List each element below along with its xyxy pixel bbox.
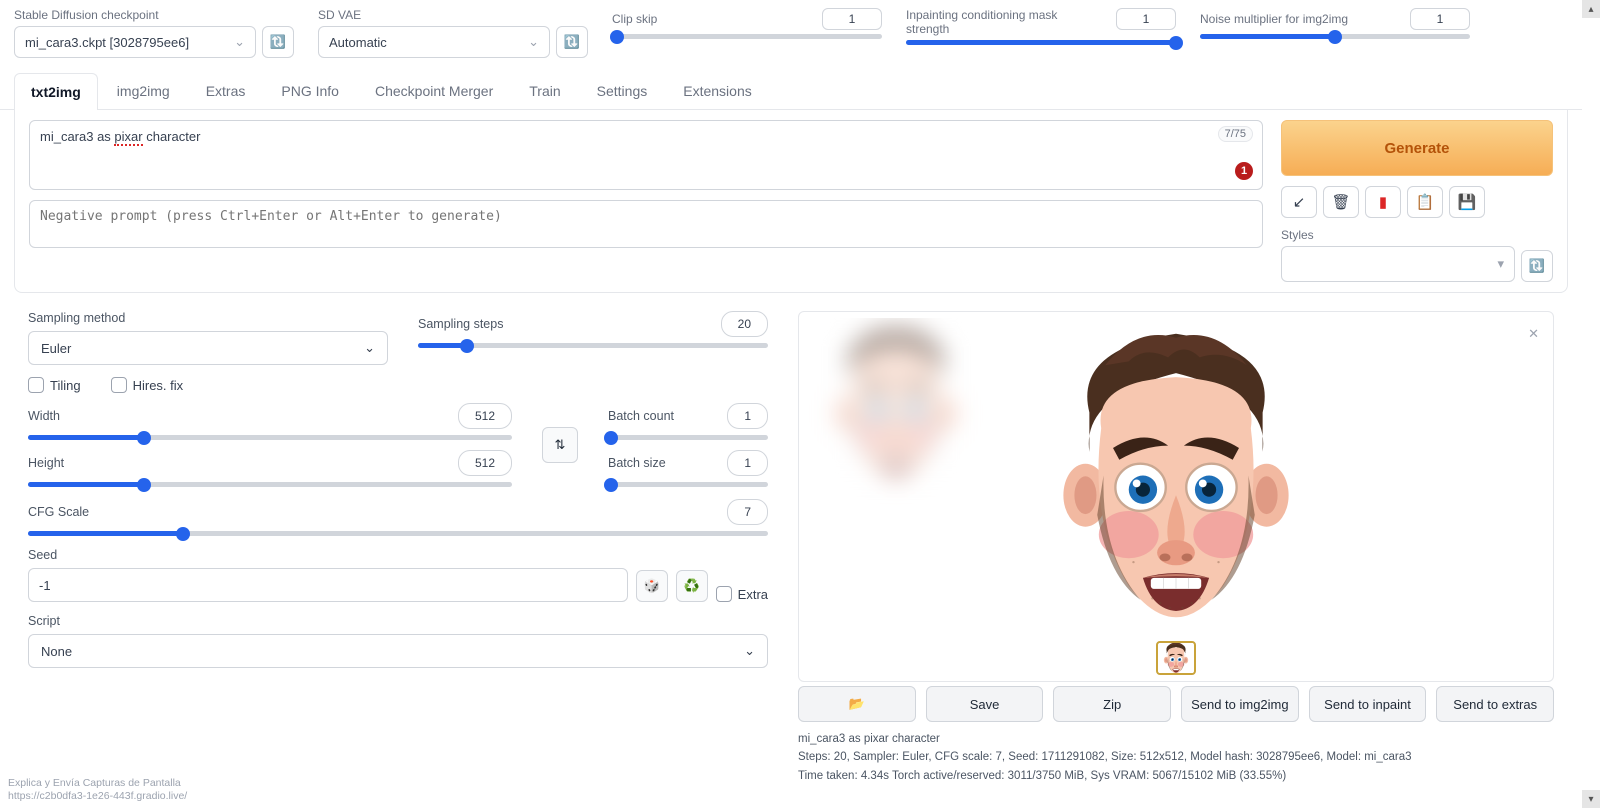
- width-value[interactable]: 512: [458, 403, 512, 429]
- tiling-checkbox[interactable]: Tiling: [28, 377, 81, 393]
- prompt-input[interactable]: mi_cara3 as pixar character: [29, 120, 1263, 190]
- styles-label: Styles: [1281, 228, 1553, 242]
- close-icon[interactable]: ✕: [1528, 326, 1539, 342]
- styles-select[interactable]: ▾: [1281, 246, 1515, 282]
- tab-settings[interactable]: Settings: [580, 72, 665, 109]
- chevron-down-icon: ⌄: [364, 340, 375, 356]
- script-label: Script: [28, 614, 768, 628]
- scrollbar-down[interactable]: ▾: [1582, 790, 1600, 808]
- batch-count-label: Batch count: [608, 409, 674, 423]
- sampling-steps-value[interactable]: 20: [721, 311, 768, 337]
- send-inpaint-button[interactable]: Send to inpaint: [1309, 686, 1427, 722]
- zip-button[interactable]: Zip: [1053, 686, 1171, 722]
- tab-extensions[interactable]: Extensions: [666, 72, 768, 109]
- cfg-label: CFG Scale: [28, 505, 89, 519]
- vae-select[interactable]: Automatic ⌄: [318, 26, 550, 58]
- sampling-steps-label: Sampling steps: [418, 317, 503, 331]
- attention-badge[interactable]: 1: [1235, 162, 1253, 180]
- bookmark-icon[interactable]: ▮: [1365, 186, 1401, 218]
- clip-skip-value[interactable]: 1: [822, 8, 882, 30]
- batch-count-slider[interactable]: [608, 435, 768, 440]
- chevron-down-icon: ▾: [1497, 256, 1504, 272]
- inpaint-value[interactable]: 1: [1116, 8, 1176, 30]
- height-slider[interactable]: [28, 482, 512, 487]
- refresh-vae-button[interactable]: 🔃: [556, 26, 588, 58]
- refresh-checkpoint-button[interactable]: 🔃: [262, 26, 294, 58]
- recycle-icon[interactable]: ♻️: [676, 570, 708, 602]
- width-slider[interactable]: [28, 435, 512, 440]
- output-preview-blur: [811, 318, 981, 488]
- footer-hint: Explica y Envía Capturas de Pantalla htt…: [8, 777, 187, 804]
- batch-size-label: Batch size: [608, 456, 666, 470]
- sampling-method-select[interactable]: Euler ⌄: [28, 331, 388, 365]
- clip-skip-slider[interactable]: [612, 34, 882, 39]
- noise-value[interactable]: 1: [1410, 8, 1470, 30]
- chevron-down-icon: ⌄: [234, 34, 245, 50]
- negative-prompt-input[interactable]: [29, 200, 1263, 248]
- tab-txt2img[interactable]: txt2img: [14, 73, 98, 110]
- checkpoint-label: Stable Diffusion checkpoint: [14, 8, 294, 22]
- save-icon[interactable]: 💾: [1449, 186, 1485, 218]
- send-img2img-button[interactable]: Send to img2img: [1181, 686, 1299, 722]
- height-value[interactable]: 512: [458, 450, 512, 476]
- folder-button[interactable]: 📂: [798, 686, 916, 722]
- inpaint-slider[interactable]: [906, 40, 1176, 45]
- chevron-down-icon: ⌄: [744, 643, 755, 659]
- clipboard-icon[interactable]: 📋: [1407, 186, 1443, 218]
- seed-label: Seed: [28, 548, 768, 562]
- output-image[interactable]: [1011, 318, 1341, 633]
- batch-size-value[interactable]: 1: [727, 450, 768, 476]
- checkpoint-select[interactable]: mi_cara3.ckpt [3028795ee6] ⌄: [14, 26, 256, 58]
- prompt-panel: mi_cara3 as pixar character 7/75 1 Gener…: [14, 110, 1568, 293]
- dice-icon[interactable]: 🎲: [636, 570, 668, 602]
- tab-img2img[interactable]: img2img: [100, 72, 187, 109]
- noise-slider[interactable]: [1200, 34, 1470, 39]
- sampling-method-label: Sampling method: [28, 311, 388, 325]
- output-panel: ✕: [798, 311, 1554, 682]
- cfg-slider[interactable]: [28, 531, 768, 536]
- arrow-icon[interactable]: ↙: [1281, 186, 1317, 218]
- save-button[interactable]: Save: [926, 686, 1044, 722]
- noise-label: Noise multiplier for img2img: [1200, 12, 1348, 26]
- vae-label: SD VAE: [318, 8, 588, 22]
- refresh-styles-button[interactable]: 🔃: [1521, 250, 1553, 282]
- output-buttons: 📂 Save Zip Send to img2img Send to inpai…: [798, 686, 1554, 722]
- tab-pnginfo[interactable]: PNG Info: [264, 72, 356, 109]
- swap-wh-button[interactable]: ⇅: [542, 427, 578, 463]
- inpaint-label: Inpainting conditioning mask strength: [906, 8, 1066, 36]
- clip-skip-label: Clip skip: [612, 12, 657, 26]
- batch-count-value[interactable]: 1: [727, 403, 768, 429]
- output-thumbnail[interactable]: [1156, 641, 1196, 675]
- main-tabs: txt2img img2img Extras PNG Info Checkpoi…: [0, 72, 1582, 110]
- height-label: Height: [28, 456, 64, 470]
- top-config-row: Stable Diffusion checkpoint mi_cara3.ckp…: [0, 0, 1582, 62]
- seed-extra-checkbox[interactable]: Extra: [716, 586, 768, 602]
- sampling-steps-slider[interactable]: [418, 343, 768, 348]
- seed-input[interactable]: [28, 568, 628, 602]
- script-select[interactable]: None ⌄: [28, 634, 768, 668]
- hiresfix-checkbox[interactable]: Hires. fix: [111, 377, 184, 393]
- batch-size-slider[interactable]: [608, 482, 768, 487]
- cfg-value[interactable]: 7: [727, 499, 768, 525]
- scrollbar-up[interactable]: ▴: [1582, 0, 1600, 18]
- generate-button[interactable]: Generate: [1281, 120, 1553, 176]
- controls-panel: Sampling method Euler ⌄ Sampling steps 2…: [28, 311, 768, 785]
- width-label: Width: [28, 409, 60, 423]
- send-extras-button[interactable]: Send to extras: [1436, 686, 1554, 722]
- tab-checkpoint-merger[interactable]: Checkpoint Merger: [358, 72, 510, 109]
- chevron-down-icon: ⌄: [528, 34, 539, 50]
- output-metadata: mi_cara3 as pixar character Steps: 20, S…: [798, 730, 1554, 785]
- tab-extras[interactable]: Extras: [189, 72, 263, 109]
- trash-icon[interactable]: 🗑: [1323, 186, 1359, 218]
- tab-train[interactable]: Train: [512, 72, 577, 109]
- token-counter: 7/75: [1218, 126, 1253, 142]
